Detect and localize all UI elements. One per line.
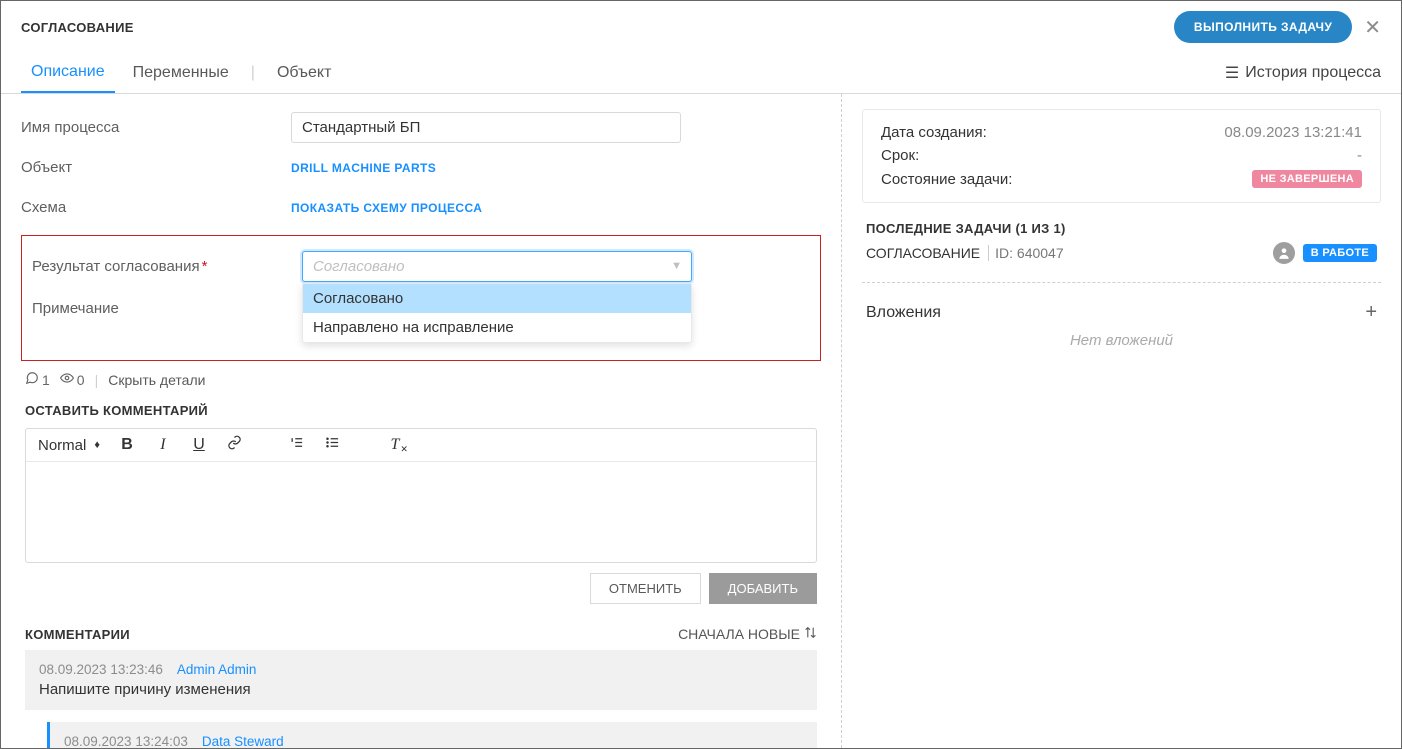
process-name-input[interactable] <box>291 112 681 143</box>
deadline-label: Срок: <box>881 147 919 164</box>
state-badge: НЕ ЗАВЕРШЕНА <box>1252 170 1362 188</box>
note-label: Примечание <box>32 300 302 317</box>
modal-title: СОГЛАСОВАНИЕ <box>21 20 134 35</box>
avatar-icon <box>1273 242 1295 264</box>
list-icon: ☰ <box>1225 63 1239 83</box>
show-scheme-link[interactable]: ПОКАЗАТЬ СХЕМУ ПРОЦЕССА <box>291 201 482 215</box>
approval-result-select[interactable]: Согласовано <box>302 251 692 282</box>
hide-details-link[interactable]: Скрыть детали <box>108 372 205 388</box>
recent-tasks-title: ПОСЛЕДНИЕ ЗАДАЧИ (1 ИЗ 1) <box>866 221 1377 236</box>
close-icon[interactable]: ✕ <box>1364 15 1381 40</box>
add-comment-button[interactable]: ДОБАВИТЬ <box>709 573 817 604</box>
state-label: Состояние задачи: <box>881 171 1012 188</box>
caret-icon: ♦ <box>94 439 100 451</box>
chat-icon <box>25 371 39 388</box>
unordered-list-icon[interactable] <box>324 435 342 455</box>
no-attachments-text: Нет вложений <box>862 332 1381 349</box>
italic-icon[interactable]: I <box>154 436 172 454</box>
link-icon[interactable] <box>226 435 244 455</box>
deadline-value: - <box>1357 147 1362 164</box>
tab-variables[interactable]: Переменные <box>123 54 239 92</box>
sort-icon <box>804 626 817 642</box>
object-label: Объект <box>21 159 291 176</box>
chevron-down-icon: ▼ <box>671 260 682 272</box>
sort-newest-link[interactable]: СНАЧАЛА НОВЫЕ <box>678 626 817 642</box>
attachments-title: Вложения <box>866 304 941 322</box>
scheme-label: Схема <box>21 199 291 216</box>
task-name: СОГЛАСОВАНИЕ <box>866 245 980 261</box>
underline-icon[interactable]: U <box>190 436 208 454</box>
comment-date: 08.09.2023 13:24:03 <box>64 734 188 748</box>
comments-counter[interactable]: 1 <box>25 371 50 388</box>
comments-title: КОММЕНТАРИИ <box>25 627 130 642</box>
tab-description[interactable]: Описание <box>21 53 115 93</box>
eye-icon <box>60 371 74 388</box>
created-label: Дата создания: <box>881 124 987 141</box>
views-counter[interactable]: 0 <box>60 371 85 388</box>
clear-format-icon[interactable]: T✕ <box>386 436 404 454</box>
execute-task-button[interactable]: ВЫПОЛНИТЬ ЗАДАЧУ <box>1174 11 1352 43</box>
highlighted-section: Результат согласования* Согласовано ▼ Со… <box>21 235 821 361</box>
task-id: ID: 640047 <box>988 245 1064 261</box>
dropdown-option-returned[interactable]: Направлено на исправление <box>303 313 691 342</box>
add-attachment-button[interactable]: + <box>1365 301 1377 324</box>
object-link[interactable]: DRILL MACHINE PARTS <box>291 161 436 175</box>
ordered-list-icon[interactable] <box>288 435 306 455</box>
tab-object[interactable]: Объект <box>267 54 341 92</box>
comment-editor: Normal ♦ B I U <box>25 428 817 563</box>
comment-author[interactable]: Admin Admin <box>177 662 257 677</box>
approval-result-dropdown: Согласовано Направлено на исправление <box>302 283 692 343</box>
task-meta-card: Дата создания: 08.09.2023 13:21:41 Срок:… <box>862 109 1381 203</box>
process-history-link[interactable]: ☰ История процесса <box>1225 63 1381 83</box>
approval-result-label: Результат согласования* <box>32 258 302 275</box>
comment-textarea[interactable] <box>26 462 816 562</box>
dropdown-option-approved[interactable]: Согласовано <box>303 284 691 313</box>
comment-date: 08.09.2023 13:23:46 <box>39 662 163 677</box>
tab-divider: | <box>247 64 259 82</box>
comment-author[interactable]: Data Steward <box>202 734 284 748</box>
task-row[interactable]: СОГЛАСОВАНИЕ ID: 640047 В РАБОТЕ <box>866 242 1377 264</box>
comment-body: Напишите причину изменения <box>39 681 803 698</box>
task-status-badge: В РАБОТЕ <box>1303 244 1377 262</box>
editor-format-select[interactable]: Normal ♦ <box>38 437 100 454</box>
created-value: 08.09.2023 13:21:41 <box>1224 124 1362 141</box>
cancel-button[interactable]: ОТМЕНИТЬ <box>590 573 701 604</box>
leave-comment-title: ОСТАВИТЬ КОММЕНТАРИЙ <box>25 403 821 418</box>
comment-item: 08.09.2023 13:24:03 Data Steward Готово <box>47 722 817 748</box>
comment-item: 08.09.2023 13:23:46 Admin Admin Напишите… <box>25 650 817 710</box>
bold-icon[interactable]: B <box>118 436 136 454</box>
process-name-label: Имя процесса <box>21 119 291 136</box>
